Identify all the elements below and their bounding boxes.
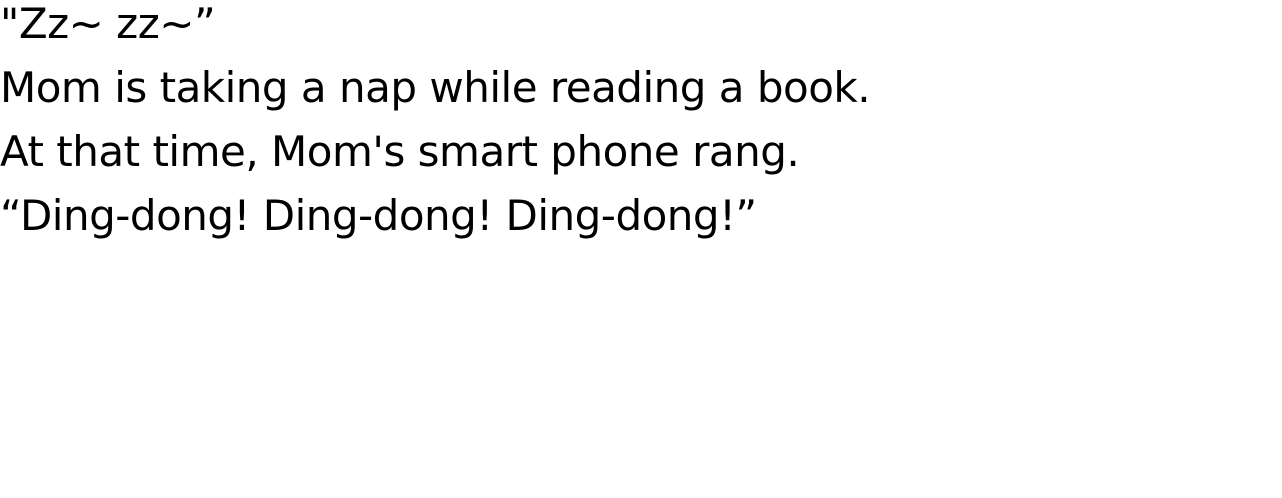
- story-line-2: Mom is taking a nap while reading a book…: [0, 63, 871, 112]
- story-text: "Zz~ zz~” Mom is taking a nap while read…: [0, 0, 1282, 248]
- story-line-3: At that time, Mom's smart phone rang.: [0, 127, 800, 176]
- story-line-1: "Zz~ zz~”: [0, 0, 216, 48]
- page: { "story": { "lines": [ "\"Zz~ zz~”", "M…: [0, 0, 1282, 498]
- story-line-4: “Ding-dong! Ding-dong! Ding-dong!”: [0, 191, 757, 240]
